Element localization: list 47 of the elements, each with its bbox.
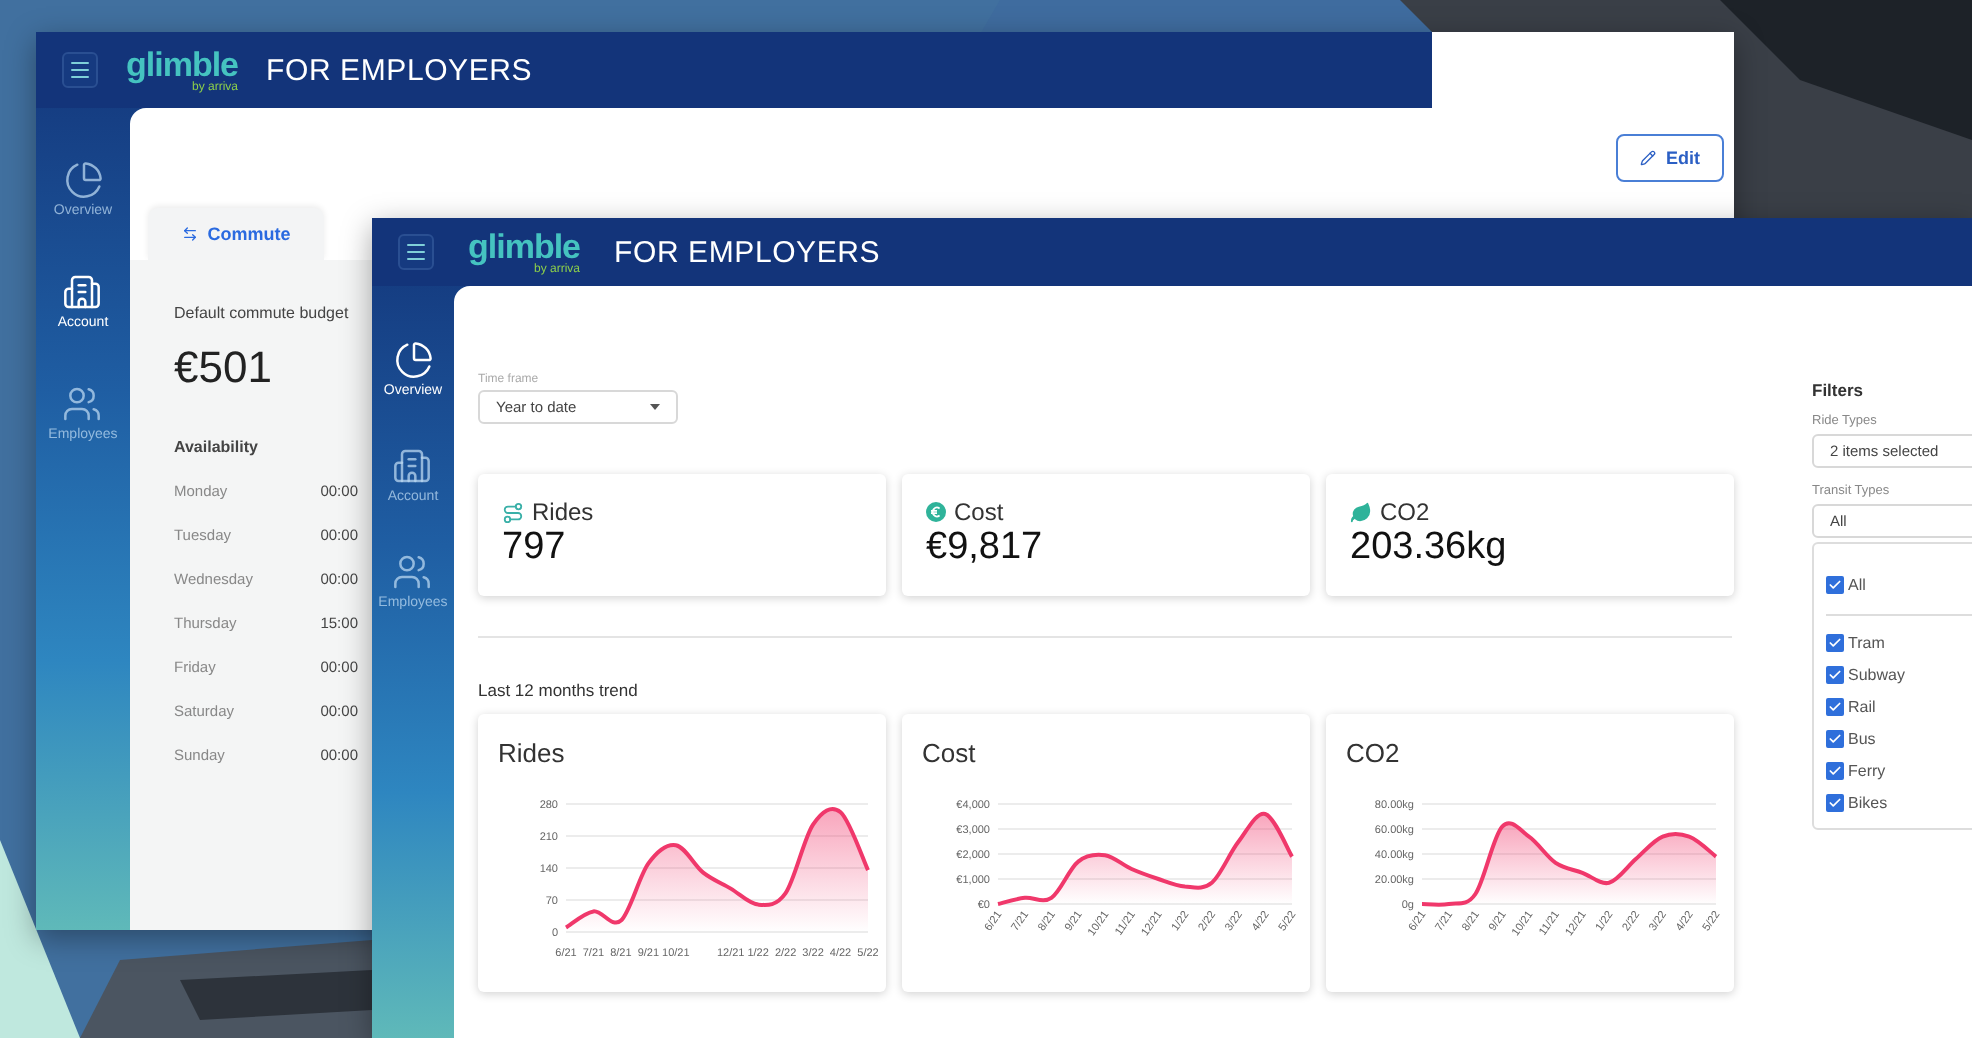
stat-value: €9,817 <box>926 526 1043 570</box>
route-icon <box>502 501 524 523</box>
checkbox[interactable] <box>1826 665 1844 683</box>
menu-button[interactable] <box>62 52 98 88</box>
checkbox-option[interactable]: Rail <box>1826 690 1972 722</box>
euro-coin-icon <box>926 502 946 522</box>
checkbox[interactable] <box>1826 761 1844 779</box>
checkbox[interactable] <box>1826 793 1844 811</box>
menu-button[interactable] <box>398 234 434 270</box>
stat-value: 203.36kg <box>1350 526 1507 570</box>
stat-label: CO2 <box>1380 498 1430 526</box>
availability-title: Availability <box>174 438 258 456</box>
budget-label: Default commute budget <box>174 304 349 322</box>
caret-icon <box>650 404 660 410</box>
chart-title: CO2 <box>1346 738 1402 768</box>
checkbox[interactable] <box>1826 697 1844 715</box>
stat-value: 797 <box>502 526 566 570</box>
leaf-icon <box>1350 501 1372 523</box>
checkbox[interactable] <box>1826 633 1844 651</box>
menu-icon <box>404 240 428 264</box>
chart-title: Rides <box>498 738 567 768</box>
checkbox-option[interactable]: Bus <box>1826 722 1972 754</box>
checkbox-option[interactable]: Subway <box>1826 658 1972 690</box>
menu-icon <box>68 58 92 82</box>
users-icon <box>392 552 433 592</box>
building-icon <box>392 446 433 486</box>
edit-button[interactable]: Edit <box>1616 134 1724 182</box>
chart-title: Cost <box>922 738 978 768</box>
checkbox-option[interactable]: Ferry <box>1826 754 1972 786</box>
checkbox[interactable] <box>1826 729 1844 747</box>
checkbox-option[interactable]: Bikes <box>1826 786 1972 818</box>
app-title: FOR EMPLOYERS <box>266 53 533 87</box>
filters-title: Filters <box>1812 380 1864 400</box>
budget-value: €501 <box>174 342 272 394</box>
pie-chart-icon <box>63 160 103 200</box>
app-title: FOR EMPLOYERS <box>614 235 881 269</box>
stat-label: Rides <box>532 498 594 526</box>
swap-icon <box>181 226 198 242</box>
pencil-icon <box>1640 150 1656 166</box>
checkbox[interactable] <box>1826 575 1844 593</box>
pie-chart-icon <box>393 340 433 380</box>
section-title: Last 12 months trend <box>478 680 638 700</box>
stat-label: Cost <box>954 498 1004 526</box>
checkbox-option[interactable]: Tram <box>1826 626 1972 658</box>
building-icon <box>62 272 103 312</box>
users-icon <box>62 384 103 424</box>
tab[interactable]: Commute <box>148 208 324 260</box>
